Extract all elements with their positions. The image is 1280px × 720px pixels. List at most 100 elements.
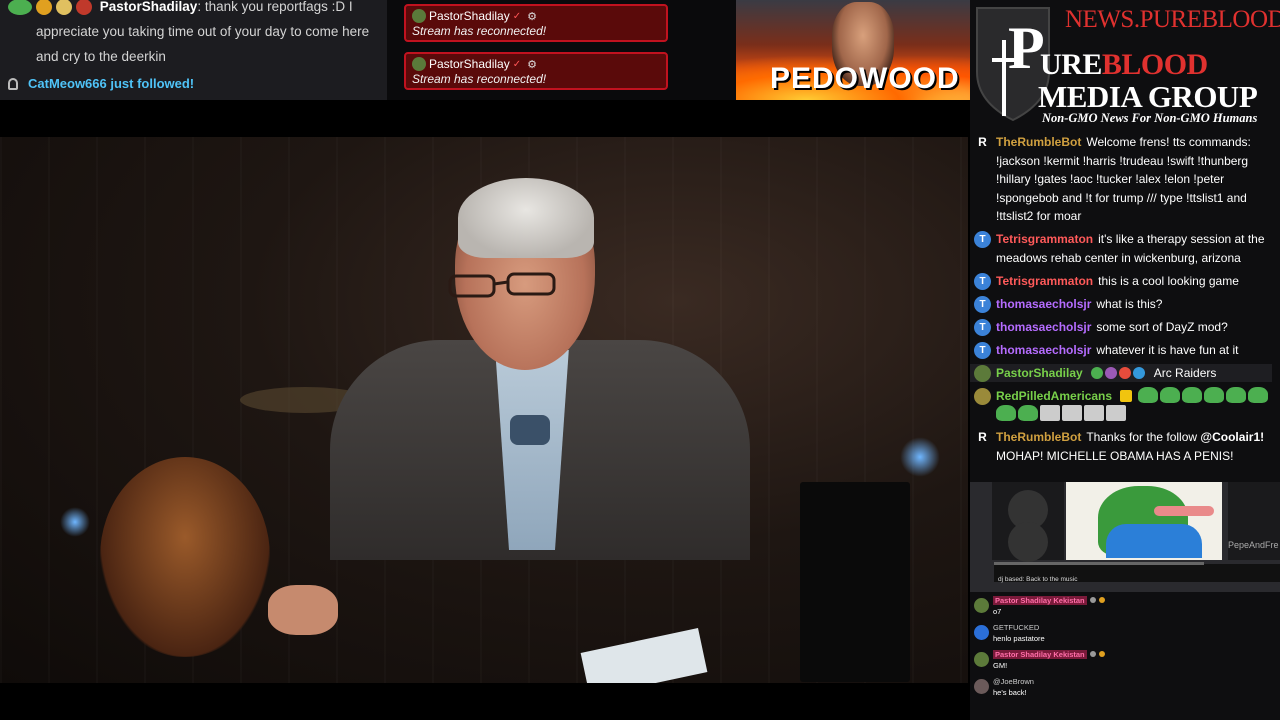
pepe-emote-icon [1181, 386, 1202, 403]
badge-icon [1120, 389, 1133, 402]
promo-title: PEDOWOOD [770, 62, 960, 95]
wojak-emote-icon [1106, 405, 1126, 421]
chat-text: whatever it is have fun at it [1096, 342, 1239, 357]
chat-text: o7 [993, 606, 1002, 616]
user-badges [8, 0, 92, 16]
chat-username[interactable]: thomasaecholsjr [996, 297, 1091, 311]
avatar [76, 0, 92, 16]
avatar [974, 387, 991, 405]
chat-username[interactable]: Pastor Shadilay Kekistan [993, 596, 1087, 605]
badge-icon [1105, 366, 1118, 379]
pepe-emote-icon [1159, 386, 1180, 403]
chat-text: thank you reportfags :D I [204, 0, 353, 14]
separator: : [197, 0, 205, 14]
badge-icon [56, 0, 72, 16]
reconnect-alert: PastorShadilay ✓ ⚙ Stream has reconnecte… [404, 52, 668, 90]
shirt-graphic [1106, 524, 1202, 558]
follow-alert: CatMeow666 just followed! [8, 71, 379, 96]
promo-thumbnail: PEDOWOOD [736, 0, 970, 100]
badge-icon [1089, 597, 1096, 603]
bot-avatar: R [978, 137, 987, 149]
chat-username[interactable]: GETFUCKED [993, 623, 1039, 632]
chat-message: Pastor Shadilay Kekistan o7 [974, 596, 1280, 617]
chat-username[interactable]: TheRumbleBot [996, 137, 1081, 149]
chat-username[interactable]: TheRumbleBot [996, 430, 1081, 444]
avatar: T [974, 341, 991, 359]
logo-line1: UREBLOOD [1040, 48, 1208, 82]
avatar: T [974, 295, 991, 313]
top-chat-message: PastorShadilay: thank you reportfags :D … [8, 0, 379, 19]
live-chat: R TheRumbleBot Welcome frens! tts command… [970, 137, 1280, 482]
media-watermark: PepeAndFre [1228, 540, 1279, 550]
chat-message: @JoeBrown he's back! [974, 677, 1280, 698]
speaker-graphic [1008, 522, 1048, 562]
chat-username[interactable]: Tetrisgrammaton [996, 232, 1093, 246]
logo-line1-b: BLOOD [1101, 48, 1208, 81]
bot-avatar: R [978, 430, 987, 444]
chat-text: some sort of DayZ mod? [1096, 319, 1228, 334]
verified-icon: ✓ [512, 58, 522, 70]
logo-line1-a: URE [1040, 48, 1102, 81]
avatar [974, 364, 991, 382]
chat-message: R TheRumbleBot Welcome frens! tts command… [974, 137, 1272, 226]
drum-kit [100, 457, 270, 657]
chat-text-line: appreciate you taking time out of your d… [36, 24, 370, 39]
alert-username: PastorShadilay [429, 9, 510, 23]
avatar [974, 679, 989, 694]
chat-username[interactable]: RedPilledAmericans [996, 389, 1112, 403]
badge-icon [36, 0, 52, 16]
avatar: T [974, 231, 991, 248]
chat-username[interactable]: PastorShadilay [996, 366, 1083, 380]
wojak-emote-icon [1084, 405, 1104, 421]
chat-text: Thanks for the follow [1086, 430, 1198, 444]
cross-icon [1002, 40, 1006, 116]
chat-username[interactable]: Pastor Shadilay Kekistan [993, 650, 1087, 659]
avatar [974, 625, 989, 640]
avatar: T [974, 318, 991, 336]
alert-username: PastorShadilay [429, 57, 510, 71]
chat-message: T Tetrisgrammaton this is a cool looking … [974, 272, 1272, 291]
alerts-panel: PastorShadilay ✓ ⚙ Stream has reconnecte… [387, 0, 736, 100]
gear-icon: ⚙ [527, 10, 537, 23]
chat-mention[interactable]: @Coolair1! [1200, 430, 1264, 444]
follow-text: CatMeow666 just followed! [28, 76, 195, 91]
pepe-emote-icon [996, 405, 1016, 421]
chat-username[interactable]: thomasaecholsjr [996, 320, 1091, 334]
user-icon [8, 78, 18, 91]
chat-message: T thomasaecholsjr some sort of DayZ mod? [974, 318, 1272, 337]
video-player[interactable] [0, 137, 968, 683]
stage-speaker [800, 482, 910, 682]
chat-message: PastorShadilay Arc Raiders [970, 363, 1272, 382]
avatar [412, 9, 426, 23]
chat-text: GM! [993, 660, 1008, 670]
avatar: T [974, 272, 991, 290]
chat-text-line: and cry to the deerkin [36, 49, 166, 64]
chat-message: T Tetrisgrammaton it's like a therapy ses… [974, 230, 1272, 267]
chat-message: T thomasaecholsjr what is this? [974, 295, 1272, 314]
chat-text: Welcome frens! tts commands: !jackson !k… [996, 137, 1251, 223]
chat-username[interactable]: thomasaecholsjr [996, 343, 1091, 357]
chat-username: PastorShadilay [99, 0, 198, 14]
chat-text: he's back! [993, 687, 1027, 697]
badge-icon [8, 0, 32, 16]
chat-username[interactable]: Tetrisgrammaton [996, 274, 1093, 288]
chat-message: Pastor Shadilay Kekistan GM! [974, 650, 1280, 671]
chat-text: henlo pastatore [993, 633, 1045, 643]
badge-icon [1098, 597, 1105, 603]
alert-message: Stream has reconnected! [412, 72, 547, 86]
logo-line2: MEDIA GROUP [1038, 79, 1258, 114]
pepe-emote-icon [1137, 386, 1158, 403]
chat-text: Arc Raiders [1153, 365, 1217, 380]
media-progress [994, 562, 1204, 565]
chat-message: RedPilledAmericans [974, 386, 1272, 424]
logo-tagline: Non-GMO News For Non-GMO Humans [1042, 111, 1258, 125]
media-artwork [1066, 482, 1222, 560]
chat-username[interactable]: @JoeBrown [993, 677, 1034, 686]
tongue-graphic [1154, 506, 1214, 516]
pureblood-logo: P NEWS.PUREBLOOD.MEDIA UREBLOOD MEDIA GR… [970, 0, 1280, 137]
speaker-collar [510, 415, 550, 445]
reconnect-alert: PastorShadilay ✓ ⚙ Stream has reconnecte… [404, 4, 668, 42]
avatar [974, 598, 989, 613]
pepe-emote-icon [1203, 386, 1224, 403]
alert-header: PastorShadilay ✓ ⚙ [412, 9, 660, 23]
